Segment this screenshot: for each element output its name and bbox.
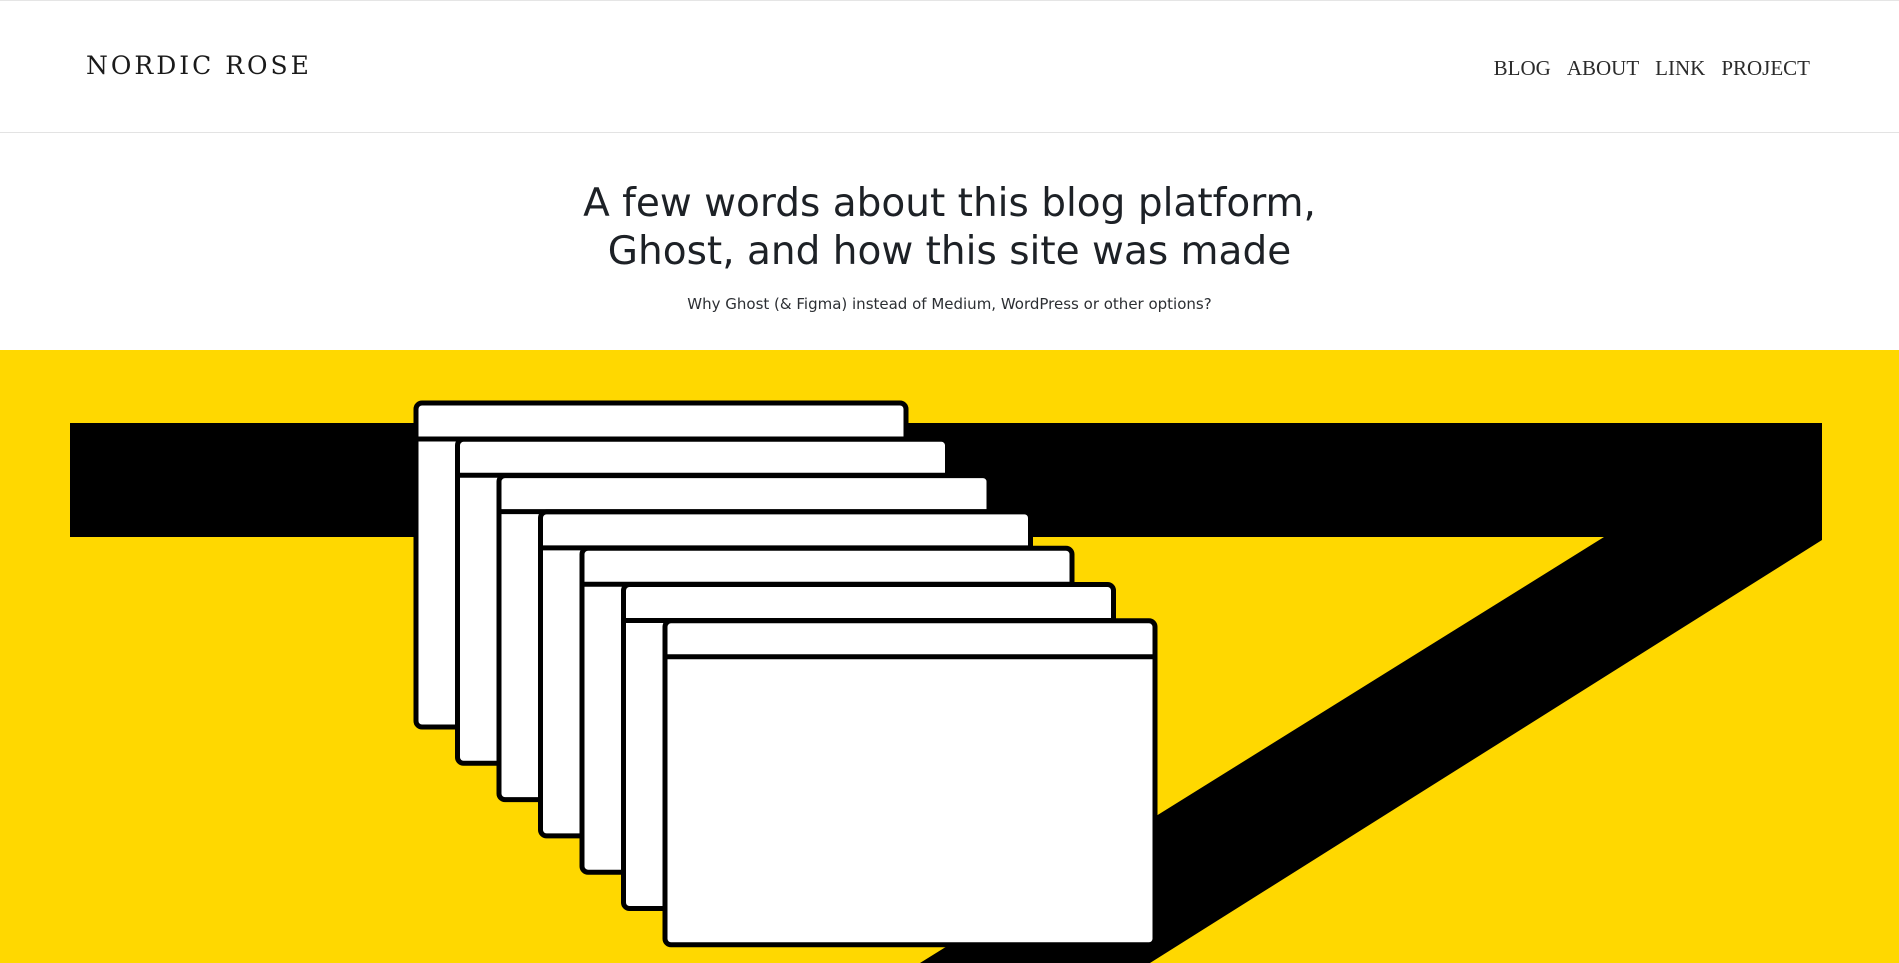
site-header: NORDIC ROSE BLOG ABOUT LINK PROJECT <box>0 0 1899 133</box>
site-logo[interactable]: NORDIC ROSE <box>86 51 312 80</box>
article-title-line-2: Ghost, and how this site was made <box>607 229 1292 274</box>
nav-link-blog[interactable]: BLOG <box>1494 56 1551 81</box>
nav-link-project[interactable]: PROJECT <box>1721 56 1810 81</box>
article-title: A few words about this blog platform, Gh… <box>0 180 1899 276</box>
article-title-line-1: A few words about this blog platform, <box>583 181 1316 226</box>
hero-illustration-svg <box>70 400 1822 963</box>
hero-illustration <box>0 350 1899 963</box>
nav-link-about[interactable]: ABOUT <box>1567 56 1639 81</box>
main-nav: BLOG ABOUT LINK PROJECT <box>1494 56 1810 81</box>
browser-window-frame <box>662 618 1158 948</box>
nav-link-link[interactable]: LINK <box>1655 56 1705 81</box>
article-subtitle: Why Ghost (& Figma) instead of Medium, W… <box>687 295 1212 313</box>
browser-window-shape <box>662 618 1158 948</box>
